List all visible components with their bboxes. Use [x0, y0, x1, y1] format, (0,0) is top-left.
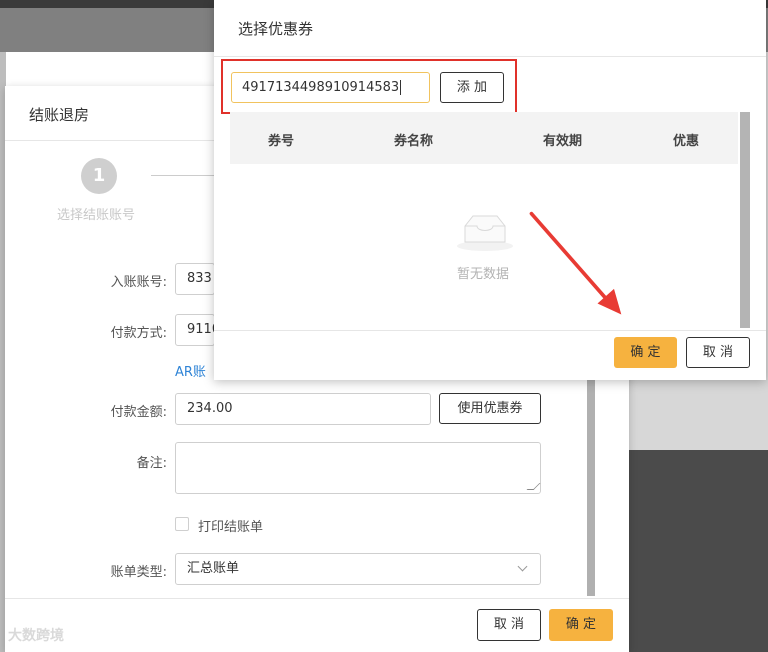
coupon-code-value: 4917134498910914583 — [242, 80, 400, 95]
step-connector — [151, 175, 215, 176]
dialog-title: 结账退房 — [29, 106, 90, 124]
confirm-button[interactable]: 确 定 — [614, 337, 677, 368]
coupon-code-input[interactable]: 4917134498910914583 — [231, 72, 430, 103]
print-bill-checkbox[interactable] — [175, 517, 189, 531]
payment-method-label: 付款方式: — [110, 326, 167, 341]
cancel-button[interactable]: 取 消 — [686, 337, 750, 368]
column-header: 券名称 — [394, 134, 434, 149]
divider — [214, 330, 766, 331]
empty-box-icon — [457, 215, 513, 251]
scrollbar[interactable] — [587, 346, 595, 596]
amount-input[interactable]: 234.00 — [175, 393, 431, 425]
ar-account-link[interactable]: AR账 — [175, 361, 206, 380]
resize-handle-icon — [526, 483, 541, 490]
divider — [214, 56, 766, 57]
bill-type-select[interactable]: 汇总账单 — [175, 553, 541, 585]
add-coupon-button[interactable]: 添 加 — [440, 72, 504, 103]
step-label: 选择结账账号 — [57, 208, 136, 223]
divider — [5, 598, 629, 599]
confirm-button[interactable]: 确 定 — [549, 609, 613, 641]
watermark-text: 大数跨境 — [8, 628, 64, 644]
payment-method-select[interactable]: 9110 — [175, 314, 215, 346]
red-arrow-icon — [529, 211, 622, 315]
step-indicator: 1 — [81, 158, 117, 194]
account-label: 入账账号: — [110, 275, 167, 290]
text-caret — [400, 80, 402, 95]
coupon-table-header: 券号 券名称 有效期 优惠 — [230, 112, 738, 164]
column-header: 券号 — [268, 134, 295, 149]
column-header: 优惠 — [673, 134, 700, 149]
scrollbar[interactable] — [740, 112, 750, 328]
remark-textarea[interactable] — [175, 442, 541, 494]
empty-state-text: 暂无数据 — [457, 267, 510, 282]
dialog-title: 选择优惠券 — [238, 20, 314, 38]
print-bill-label: 打印结账单 — [198, 520, 264, 535]
account-select[interactable]: 833 — [175, 263, 215, 295]
column-header: 有效期 — [543, 134, 583, 149]
use-coupon-button[interactable]: 使用优惠券 — [439, 393, 541, 424]
cancel-button[interactable]: 取 消 — [477, 609, 541, 641]
coupon-dialog: 选择优惠券 4917134498910914583 添 加 券号 券名称 有效期… — [214, 0, 766, 380]
amount-label: 付款金额: — [110, 405, 167, 420]
remark-label: 备注: — [136, 456, 167, 471]
background-overlay — [628, 450, 768, 652]
bill-type-label: 账单类型: — [110, 565, 167, 580]
